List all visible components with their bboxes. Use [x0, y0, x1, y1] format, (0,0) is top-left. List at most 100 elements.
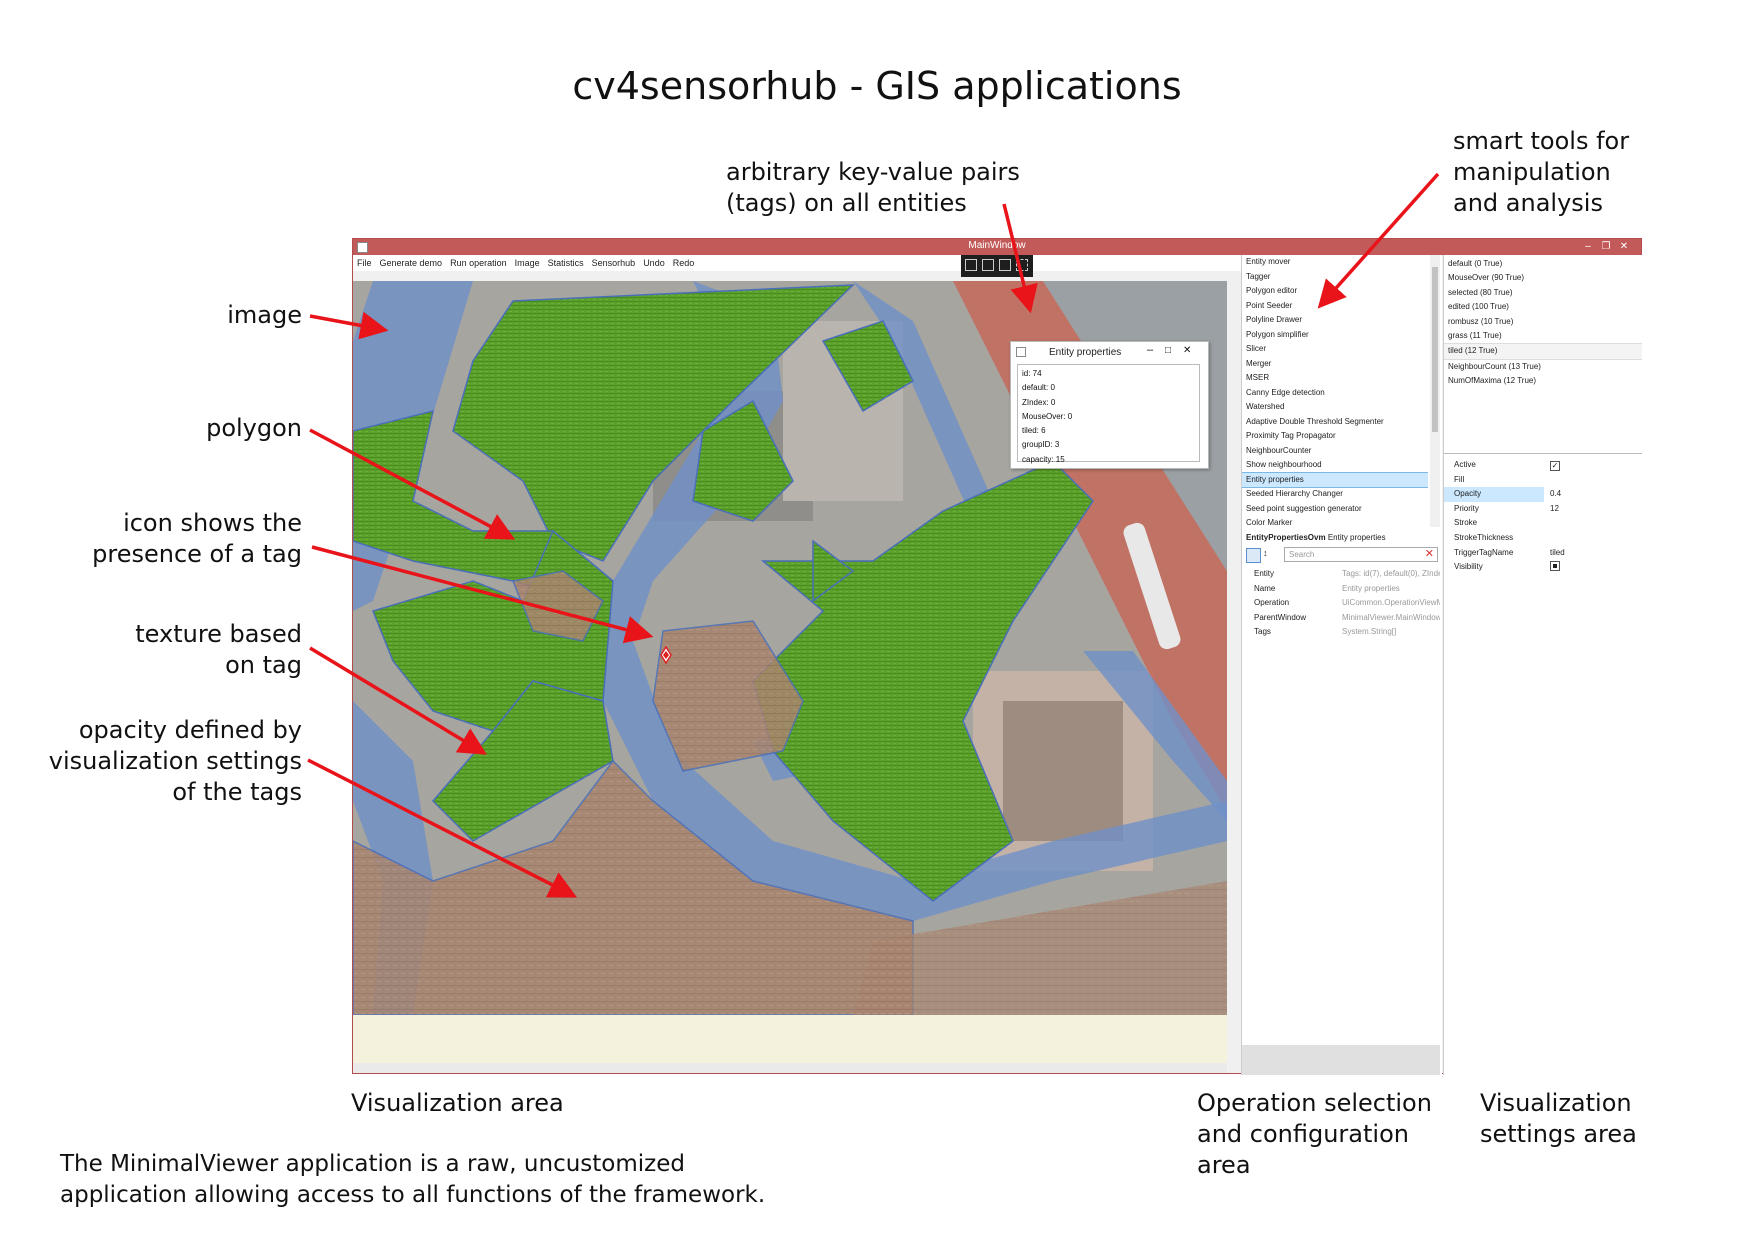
operation-item[interactable]: Entity mover: [1242, 255, 1428, 270]
operation-item[interactable]: Point Seeder: [1242, 299, 1428, 314]
scrollbar-thumb[interactable]: [1432, 267, 1438, 432]
visualization-tag-item[interactable]: grass (11 True): [1444, 329, 1642, 343]
operation-item[interactable]: Polygon simplifier: [1242, 328, 1428, 343]
popup-app-icon: [1016, 347, 1026, 357]
annotation-smart-tools: smart tools for manipulation and analysis: [1453, 127, 1630, 217]
menu-run-operation[interactable]: Run operation: [446, 255, 511, 268]
entity-properties-popup: Entity properties – □ ✕ id: 74 default: …: [1010, 341, 1209, 469]
visualization-tag-item[interactable]: NeighbourCount (13 True): [1444, 360, 1642, 374]
visibility-checkbox[interactable]: [1550, 561, 1560, 572]
visualization-tag-list: default (0 True) MouseOver (90 True) sel…: [1444, 257, 1642, 389]
setting-row-selected[interactable]: Opacity 0.4: [1444, 487, 1561, 502]
entity-tag-list: id: 74 default: 0 ZIndex: 0 MouseOver: 0…: [1017, 364, 1200, 464]
setting-row[interactable]: Stroke: [1444, 516, 1642, 531]
pan-icon[interactable]: [1016, 259, 1028, 271]
categorized-icon[interactable]: [1246, 548, 1261, 563]
menu-undo[interactable]: Undo: [639, 255, 669, 268]
visualization-tag-item[interactable]: rombusz (10 True): [1444, 315, 1642, 329]
operation-item[interactable]: Merger: [1242, 357, 1428, 372]
operation-item[interactable]: Watershed: [1242, 400, 1428, 415]
operation-item[interactable]: NeighbourCounter: [1242, 444, 1428, 459]
operation-item[interactable]: Tagger: [1242, 270, 1428, 285]
operations-footer: [1242, 1045, 1440, 1075]
setting-row[interactable]: Active ✓: [1444, 458, 1642, 473]
visualization-tag-item[interactable]: edited (100 True): [1444, 300, 1642, 314]
visualization-settings-grid: Active ✓ Fill Opacity 0.4 Priority 12 Strok…: [1444, 458, 1642, 575]
menu-image[interactable]: Image: [511, 255, 544, 268]
property-row[interactable]: Tags System.String[]: [1242, 625, 1440, 640]
annotation-icon-tag: icon shows the presence of a tag: [92, 509, 302, 568]
entity-tag-line: capacity: 15: [1022, 454, 1065, 464]
menu-redo[interactable]: Redo: [669, 255, 699, 268]
property-grid: Entity Tags: id(7), default(0), ZInde Nam…: [1242, 567, 1440, 640]
horizontal-scrollbar[interactable]: [353, 1063, 1227, 1073]
property-row[interactable]: ParentWindow MinimalViewer.MainWindow: [1242, 611, 1440, 626]
operation-item[interactable]: Canny Edge detection: [1242, 386, 1428, 401]
annotation-polygon: polygon: [206, 414, 302, 442]
sort-az-icon[interactable]: ↕: [1263, 548, 1268, 558]
menu-statistics[interactable]: Statistics: [544, 255, 588, 268]
operation-item[interactable]: Proximity Tag Propagator: [1242, 429, 1428, 444]
operation-item[interactable]: Show neighbourhood: [1242, 458, 1428, 473]
operation-item[interactable]: Adaptive Double Threshold Segmenter: [1242, 415, 1428, 430]
annotation-opacity: opacity defined by visualization settings…: [48, 716, 302, 806]
minimize-icon[interactable]: –: [1581, 240, 1595, 254]
property-search-input[interactable]: Search ✕: [1284, 547, 1438, 562]
clear-search-icon[interactable]: ✕: [1425, 548, 1434, 561]
setting-row[interactable]: Visibility: [1444, 560, 1642, 575]
setting-row[interactable]: Fill: [1444, 473, 1642, 488]
label-settings-area: Visualization settings area: [1480, 1089, 1637, 1148]
popup-minimize-icon[interactable]: –: [1147, 344, 1153, 356]
operations-panel: Entity mover Tagger Polygon editor Point…: [1241, 255, 1442, 1075]
entity-tag-line: ZIndex: 0: [1022, 397, 1056, 407]
popup-titlebar[interactable]: Entity properties – □ ✕: [1011, 342, 1208, 362]
operation-item[interactable]: Polygon editor: [1242, 284, 1428, 299]
visualization-tag-item[interactable]: NumOfMaxima (12 True): [1444, 374, 1642, 388]
setting-row[interactable]: StrokeThickness: [1444, 531, 1642, 546]
annotation-tags: arbitrary key-value pairs (tags) on all e…: [726, 158, 1020, 217]
visualization-tag-item-selected[interactable]: tiled (12 True): [1444, 343, 1642, 360]
window-titlebar[interactable]: MainWindow – ❐ ✕: [353, 239, 1641, 255]
operation-item[interactable]: Color Marker: [1242, 516, 1428, 527]
property-row[interactable]: Operation UiCommon.OperationViewM: [1242, 596, 1440, 611]
menu-file[interactable]: File: [353, 255, 376, 268]
operation-list-scrollbar[interactable]: [1430, 255, 1440, 527]
menu-sensorhub[interactable]: Sensorhub: [588, 255, 640, 268]
property-row[interactable]: Name Entity properties: [1242, 582, 1440, 597]
popup-maximize-icon[interactable]: □: [1165, 345, 1171, 356]
fit-icon[interactable]: [999, 259, 1011, 271]
operation-item[interactable]: MSER: [1242, 371, 1428, 386]
status-area: [353, 1015, 1227, 1063]
operation-item[interactable]: Seed point suggestion generator: [1242, 502, 1428, 517]
visualization-tag-item[interactable]: MouseOver (90 True): [1444, 271, 1642, 285]
property-row[interactable]: Entity Tags: id(7), default(0), ZInde: [1242, 567, 1440, 582]
menu-generate-demo[interactable]: Generate demo: [376, 255, 447, 268]
visualization-tag-item[interactable]: selected (80 True): [1444, 286, 1642, 300]
setting-row[interactable]: TriggerTagName tiled: [1444, 546, 1642, 561]
close-icon[interactable]: ✕: [1617, 240, 1631, 254]
entity-tag-line: groupID: 3: [1022, 440, 1060, 450]
label-visualization-area: Visualization area: [351, 1089, 564, 1117]
property-grid-header: EntityPropertiesOvm Entity properties: [1242, 531, 1444, 545]
active-checkbox[interactable]: ✓: [1550, 461, 1560, 471]
restore-icon[interactable]: ❐: [1599, 240, 1613, 254]
panel-divider[interactable]: [1444, 453, 1642, 454]
page-title: cv4sensorhub - GIS applications: [572, 64, 1182, 108]
visualization-tag-item[interactable]: default (0 True): [1444, 257, 1642, 271]
floating-toolbar: [961, 255, 1033, 277]
setting-row[interactable]: Priority 12: [1444, 502, 1642, 517]
entity-tag-line: tiled: 6: [1022, 426, 1046, 436]
pointer-icon[interactable]: [982, 259, 994, 271]
menu-bar: File Generate demo Run operation Image Stati…: [353, 255, 1241, 271]
label-operation-area: Operation selection and configuration area: [1197, 1089, 1432, 1179]
popup-close-icon[interactable]: ✕: [1183, 345, 1191, 356]
property-grid-name: Entity properties: [1327, 533, 1386, 542]
map-view[interactable]: Entity properties – □ ✕ id: 74 default: …: [353, 281, 1227, 1015]
popup-title: Entity properties: [1049, 347, 1122, 358]
export-icon[interactable]: [965, 259, 977, 271]
operation-item[interactable]: Slicer: [1242, 342, 1428, 357]
operation-item[interactable]: Seeded Hierarchy Changer: [1242, 487, 1428, 502]
operation-item-selected[interactable]: Entity properties: [1242, 471, 1428, 488]
annotation-texture: texture based on tag: [135, 620, 302, 679]
operation-item[interactable]: Polyline Drawer: [1242, 313, 1428, 328]
